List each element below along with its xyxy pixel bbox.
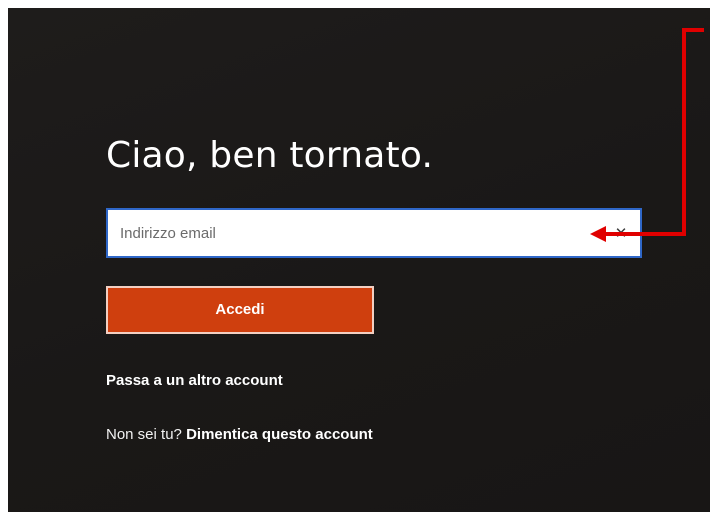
close-icon[interactable]: ✕: [610, 222, 632, 244]
email-field-container: ✕: [106, 208, 642, 258]
email-field[interactable]: [108, 210, 640, 256]
switch-account-link[interactable]: Passa a un altro account: [106, 372, 283, 389]
forget-account-row: Non sei tu? Dimentica questo account: [106, 426, 373, 443]
not-you-text: Non sei tu?: [106, 426, 182, 443]
login-screen: Ciao, ben tornato. ✕ Accedi Passa a un a…: [8, 8, 710, 512]
forget-account-link[interactable]: Dimentica questo account: [186, 426, 373, 443]
page-title: Ciao, ben tornato.: [106, 135, 434, 176]
signin-button[interactable]: Accedi: [106, 286, 374, 334]
